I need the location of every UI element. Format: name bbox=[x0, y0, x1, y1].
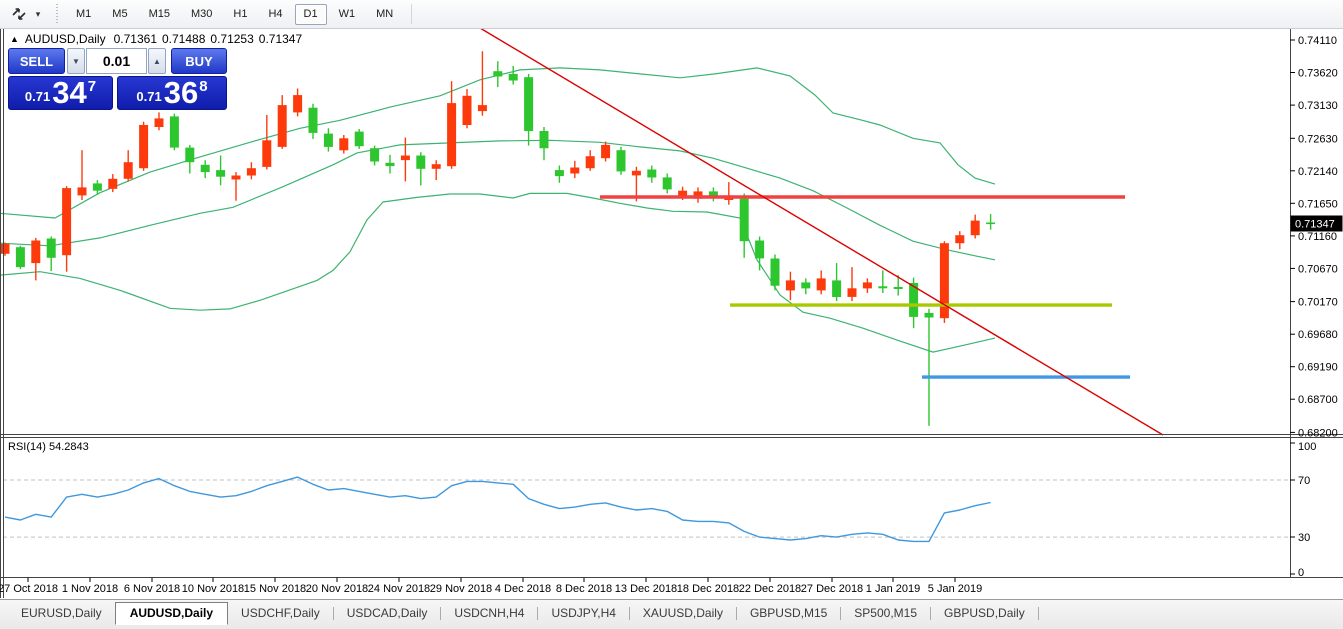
timeframe-group: M1M5M15M30H1H4D1W1MN bbox=[67, 4, 405, 25]
price-axis[interactable]: 0.74110 0.73620 0.73130 0.72630 0.72140 0.716… bbox=[1290, 35, 1338, 579]
toolbar-separator bbox=[411, 4, 412, 24]
trendline-descending[interactable] bbox=[480, 28, 1163, 435]
chart-tab-EURUSD-Daily[interactable]: EURUSD,Daily bbox=[8, 602, 115, 624]
svg-text:27 Dec 2018: 27 Dec 2018 bbox=[801, 583, 863, 595]
chart-tab-SP500-M15[interactable]: SP500,M15 bbox=[841, 602, 930, 624]
svg-text:15 Nov 2018: 15 Nov 2018 bbox=[244, 583, 306, 595]
collapse-icon[interactable]: ▲ bbox=[10, 34, 19, 44]
svg-text:0.72630: 0.72630 bbox=[1298, 133, 1338, 145]
sell-price-prefix: 0.71 bbox=[25, 89, 50, 104]
double-arrow-icon bbox=[11, 7, 27, 21]
svg-text:70: 70 bbox=[1298, 475, 1310, 487]
svg-text:6 Nov 2018: 6 Nov 2018 bbox=[124, 583, 180, 595]
svg-text:20 Nov 2018: 20 Nov 2018 bbox=[306, 583, 368, 595]
timeframe-button-H1[interactable]: H1 bbox=[224, 4, 256, 25]
ohlc-open: 0.71361 bbox=[114, 32, 157, 46]
buy-price-pip-digit: 8 bbox=[199, 78, 207, 95]
svg-text:13 Dec 2018: 13 Dec 2018 bbox=[615, 583, 677, 595]
sell-price-box[interactable]: 0.71347 bbox=[8, 76, 113, 110]
timeframe-button-M30[interactable]: M30 bbox=[182, 4, 221, 25]
indicator-label: RSI(14) 54.2843 bbox=[8, 441, 89, 453]
chart-tab-USDJPY-H4[interactable]: USDJPY,H4 bbox=[538, 602, 628, 624]
svg-text:0: 0 bbox=[1298, 567, 1304, 579]
svg-text:0.70170: 0.70170 bbox=[1298, 297, 1338, 309]
svg-text:0.73620: 0.73620 bbox=[1298, 68, 1338, 80]
svg-text:0.71160: 0.71160 bbox=[1298, 231, 1337, 243]
ohlc-low: 0.71253 bbox=[210, 32, 253, 46]
buy-price-big-digits: 36 bbox=[164, 79, 198, 107]
volume-decrease-button[interactable]: ▼ bbox=[67, 48, 85, 74]
svg-text:0.70670: 0.70670 bbox=[1298, 263, 1338, 275]
svg-text:0.69190: 0.69190 bbox=[1298, 362, 1338, 374]
volume-increase-button[interactable]: ▲ bbox=[148, 48, 166, 74]
chevron-down-icon[interactable]: ▾ bbox=[32, 3, 44, 25]
sell-button[interactable]: SELL bbox=[8, 48, 65, 74]
svg-text:0.68700: 0.68700 bbox=[1298, 394, 1338, 406]
timeframe-button-M1[interactable]: M1 bbox=[67, 4, 100, 25]
sell-price-pip-digit: 7 bbox=[88, 78, 96, 95]
chart-tab-USDCAD-Daily[interactable]: USDCAD,Daily bbox=[334, 602, 441, 624]
chart-tab-GBPUSD-M15[interactable]: GBPUSD,M15 bbox=[737, 602, 840, 624]
svg-text:29 Nov 2018: 29 Nov 2018 bbox=[430, 583, 492, 595]
tab-divider bbox=[1038, 607, 1039, 620]
toolbar-drag-handle[interactable] bbox=[54, 4, 59, 24]
svg-text:5 Jan 2019: 5 Jan 2019 bbox=[928, 583, 982, 595]
svg-text:0.74110: 0.74110 bbox=[1298, 35, 1337, 47]
rsi-indicator bbox=[3, 477, 1290, 541]
one-click-trading-panel: SELL ▼ ▲ BUY 0.71347 0.71368 bbox=[8, 48, 227, 110]
timeframe-button-M5[interactable]: M5 bbox=[103, 4, 136, 25]
ohlc-high: 0.71488 bbox=[162, 32, 205, 46]
bollinger-bands bbox=[0, 68, 995, 352]
svg-text:0.72140: 0.72140 bbox=[1298, 166, 1338, 178]
timeframe-button-D1[interactable]: D1 bbox=[295, 4, 327, 25]
svg-text:0.69680: 0.69680 bbox=[1298, 329, 1338, 341]
chart-tab-AUDUSD-Daily[interactable]: AUDUSD,Daily bbox=[115, 602, 228, 625]
chart-frame bbox=[0, 28, 1343, 598]
chart-shift-icon[interactable] bbox=[6, 3, 32, 25]
timeframe-button-M15[interactable]: M15 bbox=[140, 4, 179, 25]
svg-text:0.73130: 0.73130 bbox=[1298, 100, 1338, 112]
timeframe-button-MN[interactable]: MN bbox=[367, 4, 402, 25]
chart-tab-USDCHF-Daily[interactable]: USDCHF,Daily bbox=[228, 602, 333, 624]
chart-tab-XAUUSD-Daily[interactable]: XAUUSD,Daily bbox=[630, 602, 736, 624]
sell-price-big-digits: 34 bbox=[52, 79, 86, 107]
buy-price-prefix: 0.71 bbox=[136, 89, 161, 104]
svg-text:0.71347: 0.71347 bbox=[1295, 219, 1335, 231]
timeframe-button-W1[interactable]: W1 bbox=[330, 4, 365, 25]
time-axis[interactable]: 27 Oct 2018 1 Nov 2018 6 Nov 201810 Nov 20… bbox=[0, 578, 982, 596]
svg-text:0.68200: 0.68200 bbox=[1298, 427, 1338, 439]
symbol-period-label: AUDUSD,Daily bbox=[25, 32, 106, 46]
svg-text:27 Oct 2018: 27 Oct 2018 bbox=[0, 583, 58, 595]
svg-text:30: 30 bbox=[1298, 532, 1310, 544]
svg-text:8 Dec 2018: 8 Dec 2018 bbox=[556, 583, 612, 595]
svg-text:100: 100 bbox=[1298, 441, 1316, 453]
svg-text:1 Nov 2018: 1 Nov 2018 bbox=[62, 583, 118, 595]
buy-button[interactable]: BUY bbox=[171, 48, 227, 74]
volume-input[interactable] bbox=[86, 48, 147, 74]
svg-text:24 Nov 2018: 24 Nov 2018 bbox=[368, 583, 430, 595]
toolbar: ▾ M1M5M15M30H1H4D1W1MN bbox=[0, 0, 1343, 29]
svg-text:0.71650: 0.71650 bbox=[1298, 198, 1338, 210]
svg-text:18 Dec 2018: 18 Dec 2018 bbox=[677, 583, 739, 595]
current-price-marker: 0.71347 bbox=[1291, 216, 1343, 232]
svg-text:10 Nov 2018: 10 Nov 2018 bbox=[182, 583, 244, 595]
chart-title: ▲ AUDUSD,Daily 0.71361 0.71488 0.71253 0.7134… bbox=[10, 32, 307, 46]
svg-text:4 Dec 2018: 4 Dec 2018 bbox=[495, 583, 551, 595]
chart-objects[interactable] bbox=[480, 28, 1163, 435]
buy-price-box[interactable]: 0.71368 bbox=[117, 76, 227, 110]
chart-tab-USDCNH-H4[interactable]: USDCNH,H4 bbox=[441, 602, 537, 624]
svg-text:22 Dec 2018: 22 Dec 2018 bbox=[739, 583, 801, 595]
svg-text:1 Jan 2019: 1 Jan 2019 bbox=[866, 583, 920, 595]
chart-tab-bar: EURUSD,DailyAUDUSD,DailyUSDCHF,DailyUSDC… bbox=[0, 599, 1343, 629]
ohlc-close: 0.71347 bbox=[259, 32, 302, 46]
chart-tab-GBPUSD-Daily[interactable]: GBPUSD,Daily bbox=[931, 602, 1038, 624]
timeframe-button-H4[interactable]: H4 bbox=[259, 4, 291, 25]
